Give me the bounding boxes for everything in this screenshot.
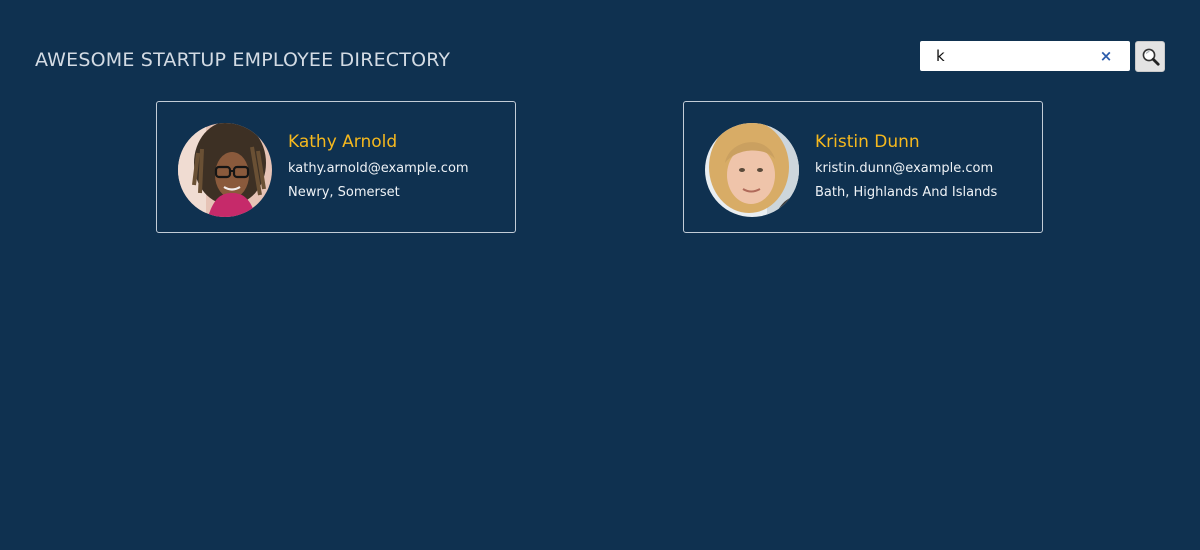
search-icon	[1142, 48, 1160, 66]
search-button[interactable]	[1135, 41, 1165, 72]
employee-card[interactable]: Kristin Dunn kristin.dunn@example.com Ba…	[683, 101, 1043, 233]
employee-email: kathy.arnold@example.com	[288, 161, 469, 176]
search-box: ×	[920, 41, 1130, 71]
avatar	[705, 123, 799, 217]
avatar	[178, 123, 272, 217]
search-input[interactable]	[920, 41, 1106, 71]
clear-icon[interactable]: ×	[1097, 45, 1115, 67]
page-title: AWESOME STARTUP EMPLOYEE DIRECTORY	[35, 49, 451, 71]
employee-name: Kristin Dunn	[815, 132, 920, 152]
employee-name: Kathy Arnold	[288, 132, 398, 152]
employee-card[interactable]: Kathy Arnold kathy.arnold@example.com Ne…	[156, 101, 516, 233]
employee-location: Newry, Somerset	[288, 185, 400, 200]
employee-email: kristin.dunn@example.com	[815, 161, 994, 176]
employee-location: Bath, Highlands And Islands	[815, 185, 998, 200]
